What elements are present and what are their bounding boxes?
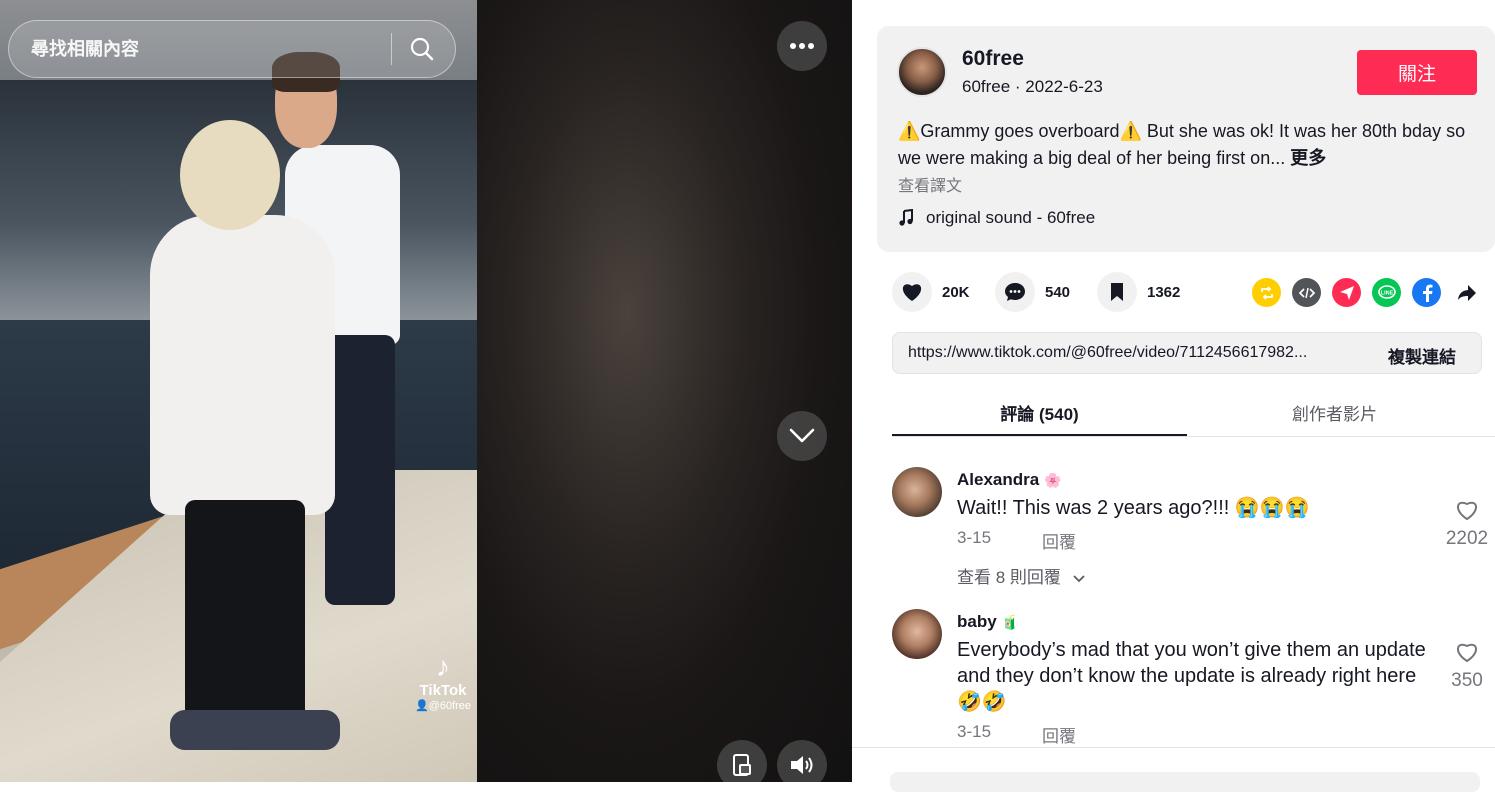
- video-frame[interactable]: ♪ TikTok 👤@60free: [0, 0, 477, 782]
- line-share-button[interactable]: LINE: [1372, 278, 1401, 307]
- search-icon: [410, 37, 434, 61]
- search-input[interactable]: [29, 21, 389, 77]
- follow-button[interactable]: 關注: [1357, 50, 1477, 95]
- comment-text: Wait!! This was 2 years ago?!!! 😭😭😭: [957, 497, 1310, 519]
- pip-icon: [733, 754, 751, 776]
- video-url[interactable]: https://www.tiktok.com/@60free/video/711…: [908, 344, 1373, 362]
- active-tab-indicator: [892, 434, 1187, 436]
- caption-more-link[interactable]: 更多: [1290, 148, 1326, 168]
- svg-text:LINE: LINE: [1380, 290, 1393, 296]
- facebook-share-button[interactable]: [1412, 278, 1441, 307]
- comment-text: Everybody’s mad that you won’t give them…: [957, 639, 1426, 713]
- search-bar: [8, 20, 456, 78]
- comment-input[interactable]: [890, 772, 1480, 792]
- video-player[interactable]: ♪ TikTok 👤@60free: [0, 0, 852, 782]
- more-options-button[interactable]: [777, 21, 827, 71]
- ellipsis-icon: [790, 43, 814, 49]
- picture-in-picture-button[interactable]: [717, 740, 767, 782]
- commenter-avatar[interactable]: [892, 609, 942, 659]
- commenter-name[interactable]: baby 🧃: [957, 612, 1019, 632]
- commenter-username[interactable]: baby: [957, 612, 997, 631]
- tiktok-watermark: ♪ TikTok 👤@60free: [408, 651, 477, 713]
- facebook-icon: [1422, 284, 1432, 302]
- panel-tabs: 評論 (540) 創作者影片: [892, 390, 1495, 437]
- comment-input-divider: [852, 747, 1495, 748]
- reply-button[interactable]: 回覆: [1042, 528, 1076, 553]
- next-video-button[interactable]: [777, 411, 827, 461]
- heart-outline-icon: [1457, 501, 1477, 521]
- watermark-user: 👤@60free: [414, 700, 472, 712]
- flower-emoji-icon: 🌸: [1043, 472, 1062, 488]
- embed-button[interactable]: [1292, 278, 1321, 307]
- comment-date: 3-15: [957, 528, 992, 547]
- comment-bubble-icon: [1005, 283, 1025, 301]
- post-caption: ⚠️Grammy goes overboard⚠️ But she was ok…: [898, 118, 1478, 172]
- more-share-button[interactable]: [1452, 278, 1481, 307]
- comment-date: 3-15: [957, 722, 992, 741]
- embed-icon: [1298, 287, 1315, 298]
- heart-icon: [902, 284, 922, 301]
- music-note-icon: [899, 209, 913, 226]
- chevron-down-icon: [1073, 575, 1085, 583]
- tiktok-logo-icon: ♪: [436, 651, 450, 682]
- woman-figure: [150, 120, 340, 760]
- juice-emoji-icon: 🧃: [1001, 614, 1019, 630]
- bookmark-icon: [1111, 283, 1123, 301]
- link-box: https://www.tiktok.com/@60free/video/711…: [892, 332, 1482, 374]
- save-count: 1362: [1147, 283, 1181, 301]
- post-info-card: 60free 60free · 2022-6-23 關注 ⚠️Grammy go…: [877, 26, 1495, 252]
- search-divider: [391, 33, 392, 65]
- comment-item: Alexandra 🌸 Wait!! This was 2 years ago?…: [892, 467, 1495, 592]
- volume-button[interactable]: [777, 740, 827, 782]
- repost-button[interactable]: [1252, 278, 1281, 307]
- chevron-down-icon: [789, 428, 815, 443]
- comment-action[interactable]: 540: [995, 272, 1070, 312]
- side-panel: 60free 60free · 2022-6-23 關注 ⚠️Grammy go…: [852, 0, 1495, 792]
- tab-creator-videos[interactable]: 創作者影片: [1187, 400, 1482, 425]
- search-button[interactable]: [404, 31, 440, 67]
- view-replies-label: 查看 8 則回覆: [957, 568, 1061, 587]
- music-title: original sound - 60free: [926, 208, 1096, 227]
- watermark-brand: TikTok: [419, 682, 467, 699]
- reply-button[interactable]: 回覆: [1042, 722, 1076, 747]
- save-action[interactable]: 1362: [1097, 272, 1180, 312]
- repost-icon: [1260, 285, 1273, 300]
- comment-item: baby 🧃 Everybody’s mad that you won’t gi…: [892, 609, 1495, 747]
- like-count: 20K: [942, 283, 970, 301]
- telegram-icon: [1339, 285, 1354, 300]
- share-arrow-icon: [1457, 284, 1476, 301]
- commenter-username[interactable]: Alexandra: [957, 470, 1039, 489]
- send-to-friends-button[interactable]: [1332, 278, 1361, 307]
- like-button[interactable]: [892, 272, 932, 312]
- see-translation-link[interactable]: 查看譯文: [898, 172, 962, 196]
- view-replies-button[interactable]: 查看 8 則回覆: [957, 563, 1086, 588]
- comment-count: 540: [1045, 283, 1071, 301]
- copy-link-button[interactable]: 複製連結: [1388, 343, 1456, 368]
- speaker-icon: [791, 756, 813, 774]
- author-meta: 60free · 2022-6-23: [962, 77, 1103, 96]
- line-icon: LINE: [1377, 284, 1396, 299]
- comment-like-button[interactable]: 2202: [1442, 499, 1492, 550]
- author-username[interactable]: 60free: [962, 47, 1024, 71]
- video-blur-background: [477, 0, 852, 782]
- save-button[interactable]: [1097, 272, 1137, 312]
- like-action[interactable]: 20K: [892, 272, 970, 312]
- tab-comments[interactable]: 評論 (540): [892, 400, 1187, 425]
- caption-text: ⚠️Grammy goes overboard⚠️ But she was ok…: [898, 121, 1466, 168]
- actions-row: 20K 540 1362 LINE: [892, 272, 1482, 312]
- heart-outline-icon: [1457, 643, 1477, 663]
- commenter-name[interactable]: Alexandra 🌸: [957, 470, 1061, 490]
- music-row[interactable]: original sound - 60free: [898, 208, 1095, 228]
- author-avatar[interactable]: [897, 47, 947, 97]
- commenter-avatar[interactable]: [892, 467, 942, 517]
- comment-like-button[interactable]: 350: [1442, 641, 1492, 692]
- comment-like-count: 350: [1451, 670, 1483, 691]
- comment-like-count: 2202: [1445, 528, 1489, 549]
- comment-button[interactable]: [995, 272, 1035, 312]
